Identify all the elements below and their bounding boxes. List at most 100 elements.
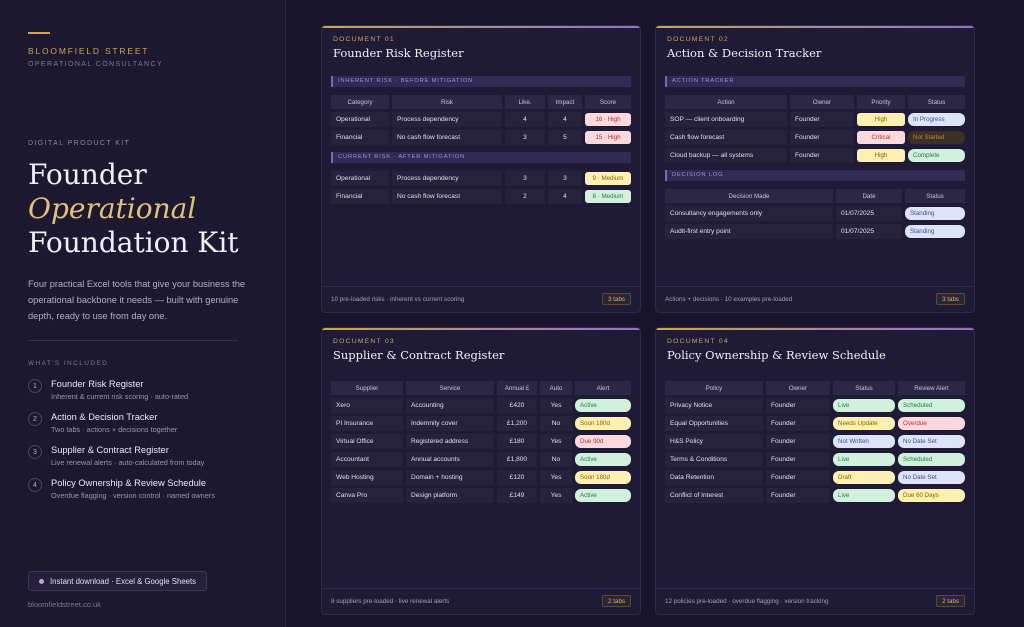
table-row: SOP — client onboarding Founder High In … — [665, 112, 965, 127]
column-header: Risk — [392, 95, 502, 109]
status-badge: Complete — [908, 149, 965, 162]
table-cell: £420 — [497, 398, 537, 413]
column-header: Score — [585, 95, 631, 109]
table-cell: Founder — [790, 148, 854, 163]
title-line-2: Operational — [28, 192, 197, 225]
document-card-risk-register: DOCUMENT 01 Founder Risk Register INHERE… — [321, 25, 641, 313]
table-cell: Financial — [331, 130, 389, 145]
tabs-count-badge: 2 tabs — [936, 595, 965, 607]
table-cell: Yes — [540, 434, 572, 449]
column-header: Status — [833, 381, 895, 395]
bullet-dot-icon — [39, 578, 44, 584]
table-row: Audit-first entry point 01/07/2025 Stand… — [665, 224, 965, 239]
table-cell: Cloud backup — all systems — [665, 148, 787, 163]
alert-badge: No Date Set — [898, 471, 965, 484]
table-cell: Indemnity cover — [406, 416, 494, 431]
document-title: Policy Ownership & Review Schedule — [667, 348, 886, 362]
table-cell: Accounting — [406, 398, 494, 413]
document-label: DOCUMENT 04 — [667, 338, 729, 345]
table-cell: Canva Pro — [331, 488, 403, 503]
supplier-table: Supplier Service Annual £ Auto Alert Xer… — [328, 378, 634, 506]
table-row: PI Insurance Indemnity cover £1,200 No S… — [331, 416, 631, 431]
table-cell: Founder — [766, 488, 830, 503]
table-cell: Financial — [331, 189, 389, 204]
status-badge: Needs Update — [833, 417, 895, 430]
description: Four practical Excel tools that give you… — [28, 279, 246, 321]
download-button[interactable]: Instant download · Excel & Google Sheets — [28, 571, 208, 591]
included-list: 1 Founder Risk Register Inherent & curren… — [28, 378, 215, 510]
column-header: Decision Made — [665, 189, 833, 203]
alert-badge: Soon 180d — [575, 417, 631, 430]
tabs-count-badge: 3 tabs — [936, 293, 965, 305]
card-footer: 10 pre-loaded risks · inherent vs curren… — [322, 286, 640, 312]
number-badge: 3 — [28, 445, 42, 459]
website-link[interactable]: bloomfieldstreet.co.uk — [28, 600, 101, 609]
table-cell: No cash flow forecast — [392, 189, 502, 204]
column-header: Auto — [540, 381, 572, 395]
column-header: Service — [406, 381, 494, 395]
table-cell: Operational — [331, 171, 389, 186]
list-item: 3 Supplier & Contract Register Live renew… — [28, 444, 215, 477]
table-cell: Domain + hosting — [406, 470, 494, 485]
table-row: Financial No cash flow forecast 2 4 8 · … — [331, 189, 631, 204]
table-cell: 2 — [505, 189, 545, 204]
table-row: Web Hosting Domain + hosting £120 Yes So… — [331, 470, 631, 485]
column-header: Like. — [505, 95, 545, 109]
table-row: Xero Accounting £420 Yes Active — [331, 398, 631, 413]
table-cell: £1,800 — [497, 452, 537, 467]
table-cell: Consultancy engagements only — [665, 206, 833, 221]
alert-badge: Scheduled — [898, 453, 965, 466]
status-badge: Standing — [905, 225, 965, 238]
table-row: H&S Policy Founder Not Written No Date S… — [665, 434, 965, 449]
table-cell: Virtual Office — [331, 434, 403, 449]
item-subtitle: Live renewal alerts · auto-calculated fr… — [51, 458, 205, 467]
table-cell: 4 — [548, 189, 582, 204]
column-header: Impact — [548, 95, 582, 109]
section-header: CURRENT RISK · AFTER MITIGATION — [331, 152, 631, 163]
table-row: Cash flow forecast Founder Critical Not … — [665, 130, 965, 145]
brand-name: BLOOMFIELD STREET — [28, 46, 150, 56]
table-row: Cloud backup — all systems Founder High … — [665, 148, 965, 163]
table-cell: H&S Policy — [665, 434, 763, 449]
included-label: WHAT'S INCLUDED — [28, 360, 109, 367]
document-label: DOCUMENT 03 — [333, 338, 395, 345]
table-row: Conflict of Interest Founder Live Due 60… — [665, 488, 965, 503]
table-cell: SOP — client onboarding — [665, 112, 787, 127]
item-subtitle: Two tabs · actions + decisions together — [51, 425, 178, 434]
table-cell: Equal Opportunities — [665, 416, 763, 431]
risk-table-inherent: Category Risk Like. Impact Score Operati… — [328, 92, 634, 148]
footer-text: Actions + decisions · 10 examples pre-lo… — [665, 296, 793, 303]
status-badge: In Progress — [908, 113, 965, 126]
brand-subtitle: OPERATIONAL CONSULTANCY — [28, 61, 164, 68]
item-title: Policy Ownership & Review Schedule — [51, 478, 207, 488]
table-cell: Registered address — [406, 434, 494, 449]
status-badge: 16 · High — [585, 113, 631, 126]
status-badge: Standing — [905, 207, 965, 220]
table-cell: PI Insurance — [331, 416, 403, 431]
column-header: Priority — [857, 95, 905, 109]
table-cell: Conflict of Interest — [665, 488, 763, 503]
column-header: Annual £ — [497, 381, 537, 395]
alert-badge: Overdue — [898, 417, 965, 430]
section-header: ACTION TRACKER — [665, 76, 965, 87]
column-header: Owner — [790, 95, 854, 109]
alert-badge: No Date Set — [898, 435, 965, 448]
list-item: 2 Action & Decision Tracker Two tabs · ac… — [28, 411, 215, 444]
table-cell: 5 — [548, 130, 582, 145]
table-row: Terms & Conditions Founder Live Schedule… — [665, 452, 965, 467]
column-header: Supplier — [331, 381, 403, 395]
table-row: Financial No cash flow forecast 3 5 15 ·… — [331, 130, 631, 145]
status-badge: Live — [833, 399, 895, 412]
list-item: 4 Policy Ownership & Review Schedule Over… — [28, 477, 215, 510]
table-cell: 3 — [548, 171, 582, 186]
alert-badge: Active — [575, 399, 631, 412]
document-title: Founder Risk Register — [333, 46, 464, 60]
table-cell: Process dependency — [392, 171, 502, 186]
table-cell: £149 — [497, 488, 537, 503]
number-badge: 1 — [28, 379, 42, 393]
status-badge: 15 · High — [585, 131, 631, 144]
status-badge: Not Started — [908, 131, 965, 144]
download-label: Instant download · Excel & Google Sheets — [50, 576, 197, 586]
table-cell: Accountant — [331, 452, 403, 467]
column-header: Date — [836, 189, 902, 203]
